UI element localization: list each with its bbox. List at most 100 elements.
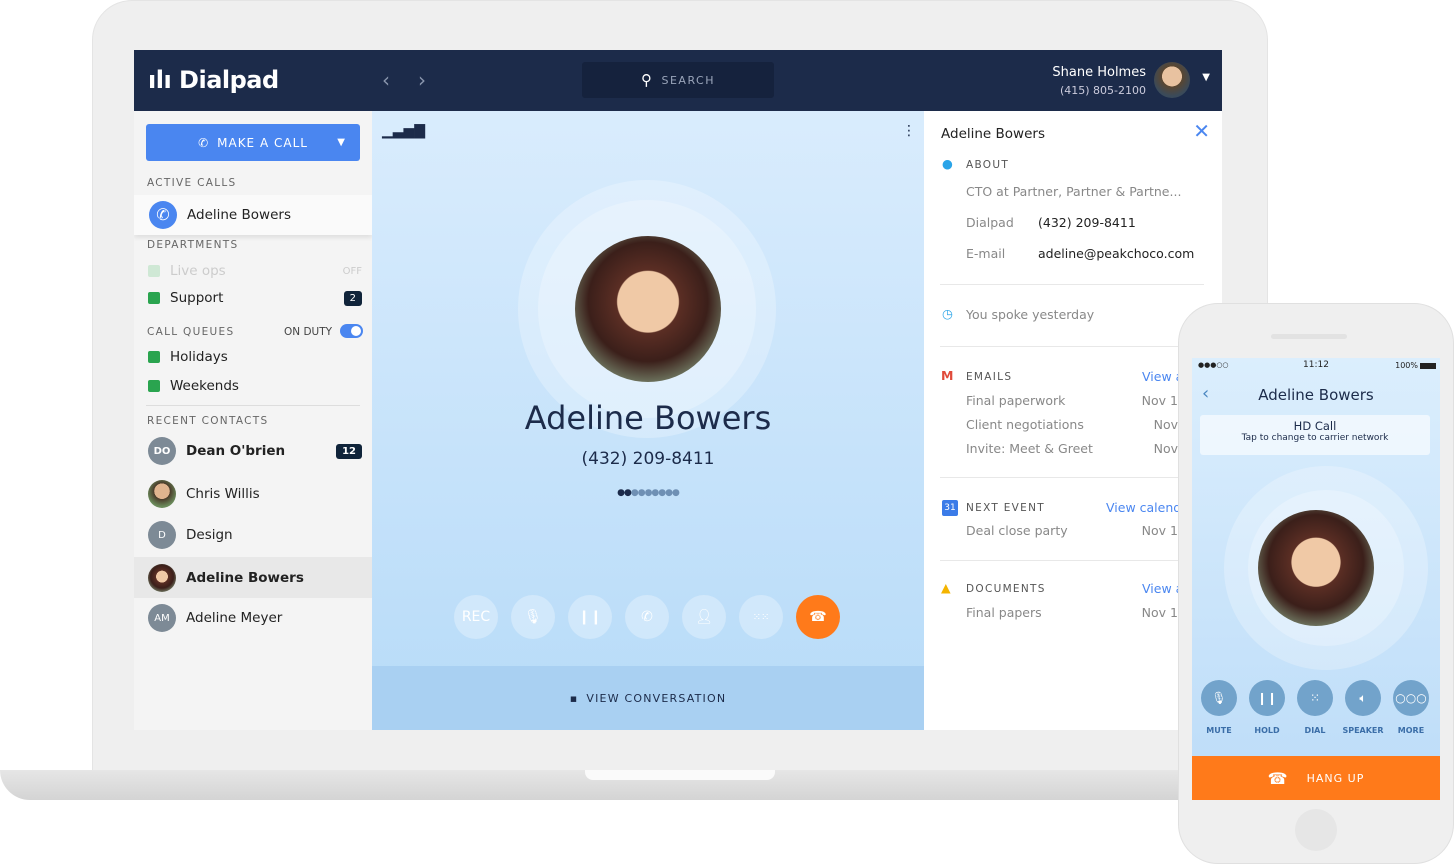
hang-up-icon: ☎︎ (1267, 768, 1289, 788)
hd-call-banner[interactable]: HD Call Tap to change to carrier network (1200, 415, 1430, 455)
view-calendar-link[interactable]: View calend (1106, 500, 1181, 515)
status-square (148, 380, 160, 392)
document-item[interactable]: Final papers Nov 1 (966, 605, 1178, 620)
record-button[interactable]: REC (454, 595, 498, 639)
dialpad-label: Dialpad (966, 215, 1014, 230)
contact-adeline-bowers[interactable]: Adeline Bowers (148, 564, 304, 592)
contact-panel-name: Adeline Bowers (941, 126, 1045, 142)
event-item[interactable]: Deal close party Nov 1 (966, 523, 1178, 538)
app-header: ılı Dialpad ‹ › ⚲ SEARCH Shane Holmes (415… (134, 50, 1222, 111)
chevron-down-icon[interactable]: ▼ (1202, 72, 1210, 83)
chevron-down-icon[interactable]: ▼ (337, 137, 346, 148)
contact-dean-obrien[interactable]: DO Dean O'brien 12 (148, 437, 362, 465)
count-badge: 2 (343, 291, 362, 306)
hold-button[interactable]: ❙❙ (568, 595, 612, 639)
make-call-button[interactable]: ✆ MAKE A CALL ▼ (146, 124, 360, 161)
home-button[interactable] (1295, 809, 1337, 851)
department-label: Support (170, 290, 224, 306)
contact-name: Dean O'brien (186, 443, 286, 459)
laptop-notch (585, 770, 775, 780)
mute-control[interactable]: 🎙︎ MUTE (1195, 680, 1243, 735)
department-label: Live ops (170, 263, 226, 279)
email-item[interactable]: Final paperwork Nov 1 (966, 393, 1178, 417)
section-call-queues: CALL QUEUES (147, 326, 235, 338)
hd-call-subtitle: Tap to change to carrier network (1241, 433, 1389, 443)
more-vertical-icon[interactable]: ⋮ (902, 123, 916, 139)
status-square (148, 265, 160, 277)
battery-icon (1420, 363, 1436, 369)
count-badge: 12 (336, 443, 362, 459)
email-item[interactable]: Client negotiations Nov (966, 417, 1178, 441)
caller-number: (432) 209-8411 (581, 449, 715, 469)
department-live-ops[interactable]: Live ops (148, 263, 226, 279)
email-item[interactable]: Invite: Meet & Greet Nov (966, 441, 1178, 465)
active-call-name: Adeline Bowers (187, 207, 291, 223)
search-input[interactable]: ⚲ SEARCH (582, 62, 774, 98)
email-date: Nov (1153, 441, 1178, 456)
caller-name: Adeline Bowers (524, 399, 772, 437)
more-control[interactable]: ○○○ MORE (1387, 680, 1435, 735)
avatar (148, 564, 176, 592)
queue-label: Holidays (170, 349, 228, 365)
keypad-button[interactable]: ⁙⁙ (739, 595, 783, 639)
hd-call-title: HD Call (1293, 419, 1337, 433)
contact-name: Adeline Meyer (186, 610, 283, 626)
on-duty-label: ON DUTY (284, 326, 333, 338)
forward-arrow-icon[interactable]: › (418, 68, 426, 92)
last-spoke: You spoke yesterday (966, 307, 1095, 322)
microphone-off-icon: 🎙︎ (524, 609, 542, 625)
logo: ılı Dialpad (148, 66, 279, 94)
hang-up-button[interactable]: ☎︎ HANG UP (1192, 756, 1440, 800)
phone-caller-name: Adeline Bowers (1258, 386, 1374, 404)
user-name: Shane Holmes (1052, 65, 1146, 80)
dial-control[interactable]: ⁙ DIAL (1291, 680, 1339, 735)
phone-contact-photo (1258, 510, 1374, 626)
contact-design[interactable]: D Design (148, 521, 233, 549)
contact-chris-willis[interactable]: Chris Willis (148, 480, 260, 508)
hang-up-button[interactable]: ☎︎ (796, 595, 840, 639)
email-list: Final paperwork Nov 1 Client negotiations… (966, 393, 1178, 465)
app-window: ılı Dialpad ‹ › ⚲ SEARCH Shane Holmes (415… (134, 50, 1222, 730)
call-panel: ▁▃▅▇ ⋮ Adeline Bowers (432) 209-8411 ●●●… (372, 111, 924, 730)
contact-name: Design (186, 527, 233, 543)
chat-icon: ▪ (569, 691, 579, 705)
avatar: DO (148, 437, 176, 465)
queue-holidays[interactable]: Holidays (148, 349, 228, 365)
dialpad-number[interactable]: (432) 209-8411 (1038, 215, 1136, 230)
close-icon[interactable]: ✕ (1193, 119, 1210, 143)
gmail-icon: M (941, 368, 954, 383)
contact-adeline-meyer[interactable]: AM Adeline Meyer (148, 604, 282, 632)
active-call-item[interactable]: ✆ Adeline Bowers (134, 195, 372, 235)
document-date: Nov 1 (1141, 605, 1178, 620)
keypad-icon: ⁙ (1297, 680, 1333, 716)
queue-label: Weekends (170, 378, 239, 394)
status-square (148, 292, 160, 304)
search-icon: ⚲ (640, 71, 654, 89)
mute-button[interactable]: 🎙︎ (511, 595, 555, 639)
department-support[interactable]: Support (148, 290, 223, 306)
email-date: Nov 1 (1141, 393, 1178, 408)
section-documents: DOCUMENTS (966, 583, 1046, 595)
email-value[interactable]: adeline@peakchoco.com (1038, 246, 1194, 261)
transfer-icon: ✆ (641, 609, 653, 625)
transfer-button[interactable]: ✆ (625, 595, 669, 639)
user-avatar[interactable] (1154, 62, 1190, 98)
view-conversation-button[interactable]: ▪ VIEW CONVERSATION (372, 666, 924, 730)
on-duty-toggle[interactable] (340, 324, 363, 338)
hold-control[interactable]: ❙❙ HOLD (1243, 680, 1291, 735)
pause-icon: ❙❙ (578, 609, 602, 625)
more-icon: ○○○ (1393, 680, 1429, 716)
speaker-control[interactable]: 🔈︎ SPEAKER (1339, 680, 1387, 735)
add-person-button[interactable]: 👤︎ (682, 595, 726, 639)
section-about: ABOUT (966, 159, 1010, 171)
queue-weekends[interactable]: Weekends (148, 378, 239, 394)
section-active-calls: ACTIVE CALLS (147, 177, 237, 189)
section-recent-contacts: RECENT CONTACTS (147, 415, 269, 427)
back-arrow-icon[interactable]: ‹ (382, 68, 390, 92)
phone-icon: ✆ (198, 135, 210, 150)
keypad-icon: ⁙⁙ (752, 611, 770, 623)
hang-up-label: HANG UP (1306, 771, 1365, 785)
user-info[interactable]: Shane Holmes (415) 805-2100 (1052, 64, 1146, 100)
phone-speaker (1271, 334, 1347, 339)
call-controls: REC 🎙︎ ❙❙ ✆ 👤︎ ⁙⁙ ☎︎ (454, 595, 840, 639)
